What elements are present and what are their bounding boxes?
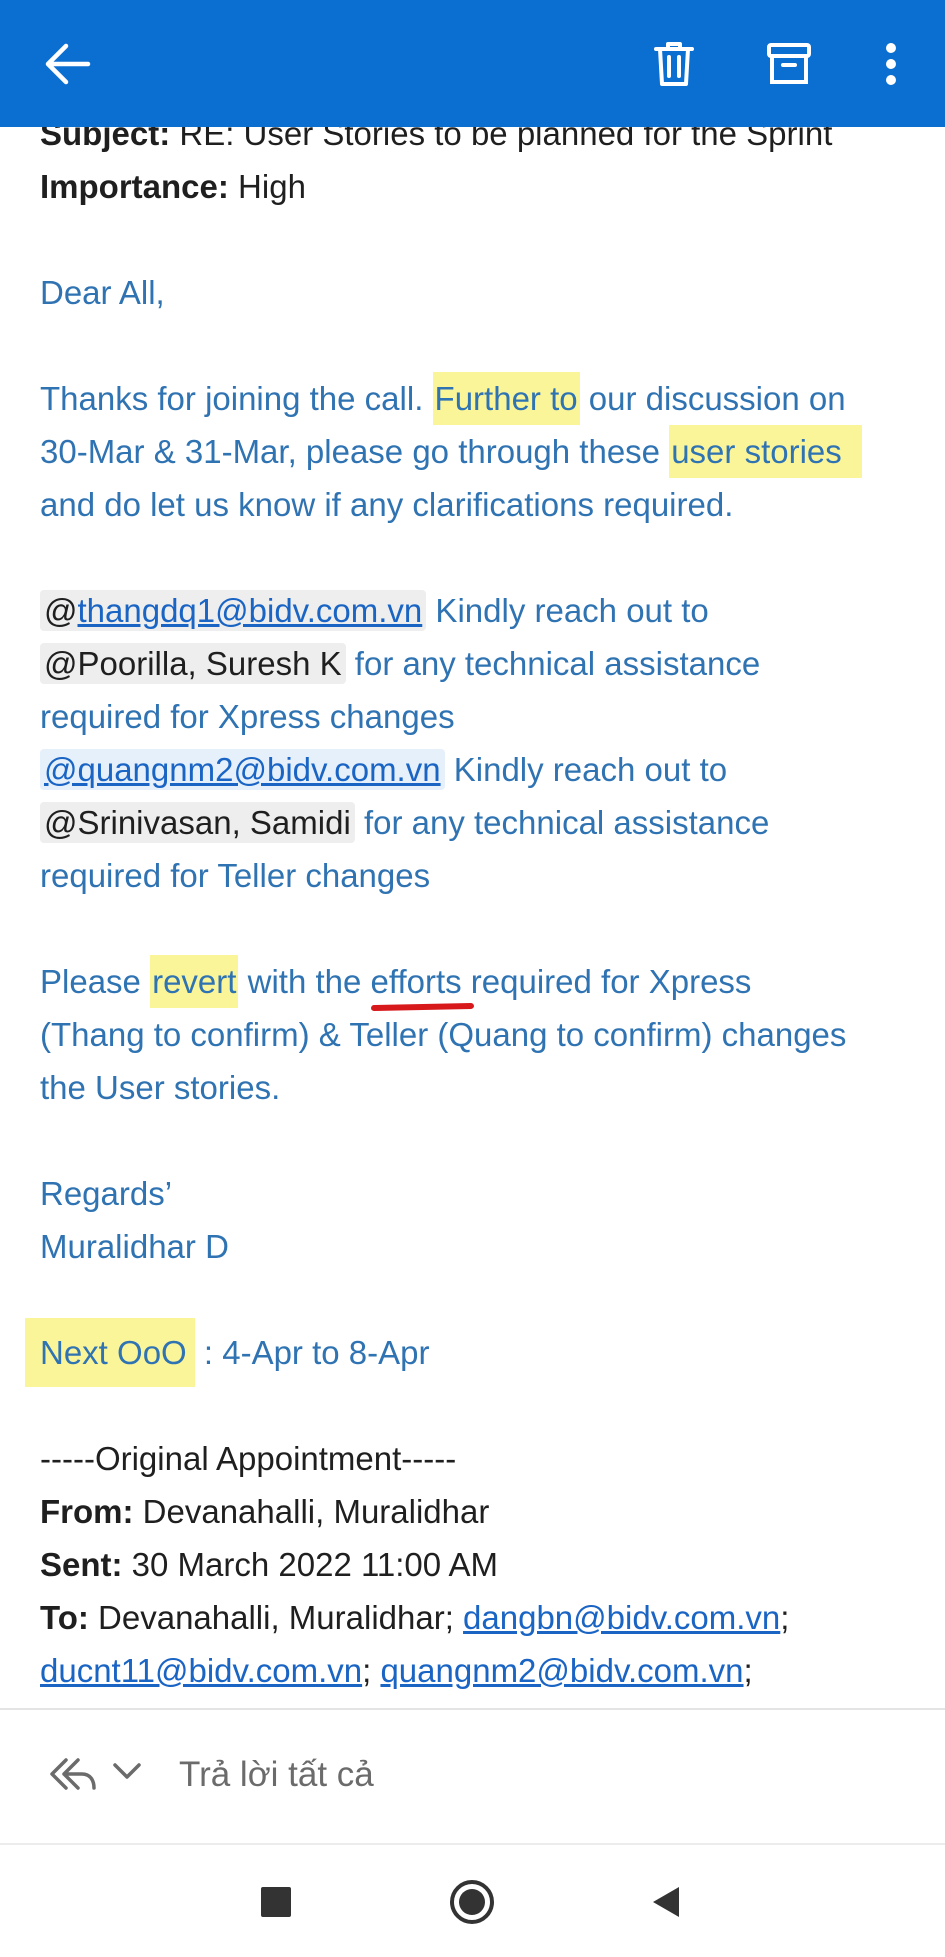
text-span: for any technical assistance [345,645,761,682]
highlight-user-stories: user stories [669,425,862,478]
mention-line-1: @thangdq1@bidv.com.vn Kindly reach out t… [40,584,920,637]
mention-thang-email[interactable]: thangdq1@bidv.com.vn [78,592,423,629]
email-body: Subject: RE: User Stories to be planned … [25,107,920,1697]
text-span: our discussion on [579,380,846,417]
text-span: Please [40,963,151,1000]
importance-label: Importance: [40,168,229,205]
sent-value: 30 March 2022 11:00 AM [122,1546,498,1583]
reply-options-button[interactable] [112,1760,142,1787]
highlight-next-ooo: Next OoO [25,1318,195,1387]
ooo-line: Next OoO : 4-Apr to 8-Apr [25,1318,920,1387]
paragraph-3-line-3: the User stories. [40,1069,281,1106]
original-from: From: Devanahalli, Muralidhar [40,1485,920,1538]
back-button[interactable] [27,24,107,104]
mention-srinivasan[interactable]: @Srinivasan, Samidi [40,802,355,843]
arrow-left-icon [45,43,91,85]
reply-all-icon [50,1758,96,1790]
circle-icon [450,1880,494,1924]
text-span: required for Xpress [461,963,752,1000]
mention-line-6: required for Teller changes [40,857,431,894]
email-link-quangnm2[interactable]: quangnm2@bidv.com.vn [380,1652,743,1689]
signature: Muralidhar D [40,1228,229,1265]
sent-label: Sent: [40,1546,123,1583]
text-span: for any technical assistance [354,804,770,841]
email-link-dangbn[interactable]: dangbn@bidv.com.vn [463,1599,780,1636]
mention-line-3: required for Xpress changes [40,698,455,735]
highlight-revert: revert [150,955,239,1008]
highlight-further-to: Further to [432,372,580,425]
separator: ; [743,1652,753,1689]
more-options-button[interactable] [851,24,931,104]
original-to: To: Devanahalli, Muralidhar; dangbn@bidv… [40,1591,920,1644]
top-app-bar [0,0,945,127]
reply-all-label[interactable]: Trả lời tất cả [179,1750,374,1800]
mention-line-2: @Poorilla, Suresh K for any technical as… [40,637,920,690]
underlined-efforts: efforts [370,963,462,1000]
to-label: To: [40,1599,89,1636]
paragraph-3-line-2: (Thang to confirm) & Teller (Quang to co… [40,1016,847,1053]
paragraph-1-line-1: Thanks for joining the call. Further to … [40,372,920,425]
text-span: : 4-Apr to 8-Apr [194,1334,430,1371]
chevron-down-icon [113,1763,141,1779]
text-span: with the [238,963,371,1000]
home-button[interactable] [442,1872,502,1932]
mention-thang[interactable]: @thangdq1@bidv.com.vn [40,590,427,631]
archive-button[interactable] [749,24,829,104]
paragraph-3-line-1: Please revert with the efforts required … [40,955,920,1008]
triangle-back-icon [653,1887,679,1917]
original-appointment-heading: -----Original Appointment----- [40,1440,457,1477]
email-link-ducnt11[interactable]: ducnt11@bidv.com.vn [40,1652,362,1689]
mention-poorilla[interactable]: @Poorilla, Suresh K [40,643,346,684]
original-sent: Sent: 30 March 2022 11:00 AM [40,1538,920,1591]
mention-quang-email[interactable]: @quangnm2@bidv.com.vn [44,751,441,788]
more-vertical-icon [886,43,896,85]
trash-icon [654,42,694,86]
importance-line: Importance: High [40,160,920,213]
archive-icon [767,43,811,84]
text-span: Kindly reach out to [444,751,728,788]
greeting: Dear All, [40,274,165,311]
mention-line-4: @quangnm2@bidv.com.vn Kindly reach out t… [40,743,920,796]
square-icon [261,1887,291,1917]
separator: ; [780,1599,790,1636]
mention-line-5: @Srinivasan, Samidi for any technical as… [40,796,920,849]
regards: Regards’ [40,1175,173,1212]
at-sign: @ [44,592,78,629]
back-nav-button[interactable] [636,1872,696,1932]
importance-value: High [238,168,306,205]
paragraph-1-line-3: and do let us know if any clarifications… [40,486,734,523]
delete-button[interactable] [634,24,714,104]
mention-quang[interactable]: @quangnm2@bidv.com.vn [40,749,445,790]
reply-all-button[interactable] [48,1754,98,1799]
separator: ; [362,1652,381,1689]
email-body-scroll[interactable]: Subject: RE: User Stories to be planned … [0,0,945,1708]
text-span: Thanks for joining the call. [40,380,433,417]
reply-bar: Trả lời tất cả [0,1708,945,1842]
paragraph-1-line-2: 30-Mar & 31-Mar, please go through these… [40,425,920,478]
system-navigation-bar [0,1843,945,1957]
from-label: From: [40,1493,134,1530]
text-span: 30-Mar & 31-Mar, please go through these [40,433,670,470]
text-span: Kindly reach out to [426,592,709,629]
from-value: Devanahalli, Muralidhar [133,1493,490,1530]
to-value: Devanahalli, Muralidhar; [88,1599,464,1636]
original-to-cont: ducnt11@bidv.com.vn; quangnm2@bidv.com.v… [40,1644,920,1697]
recents-button[interactable] [246,1872,306,1932]
